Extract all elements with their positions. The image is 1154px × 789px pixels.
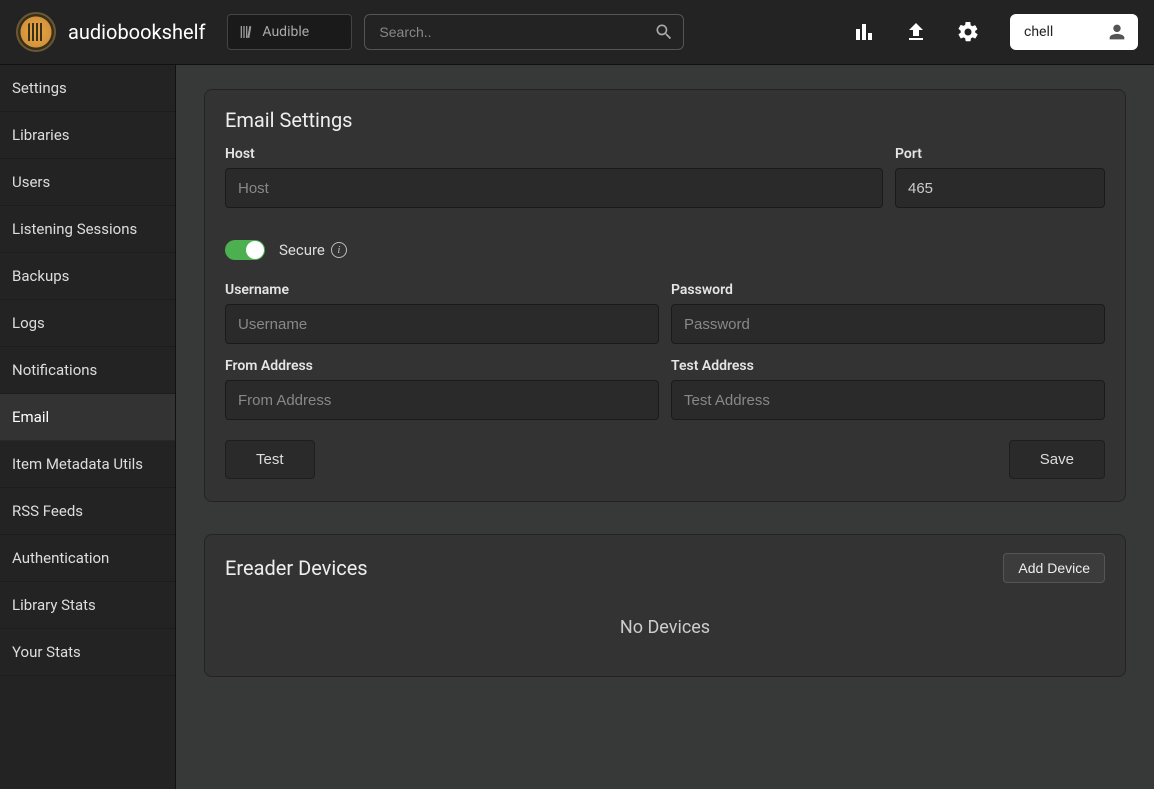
sidebar: SettingsLibrariesUsersListening Sessions… — [0, 65, 176, 789]
library-selected-label: Audible — [262, 24, 309, 40]
ereader-devices-panel: Ereader Devices Add Device No Devices — [204, 534, 1126, 677]
username-label: Username — [225, 282, 659, 298]
sidebar-item-listening-sessions[interactable]: Listening Sessions — [0, 206, 175, 253]
library-selector[interactable]: Audible — [227, 14, 352, 50]
save-button[interactable]: Save — [1009, 440, 1105, 479]
sidebar-item-settings[interactable]: Settings — [0, 65, 175, 112]
info-icon[interactable]: i — [331, 242, 347, 258]
sidebar-item-your-stats[interactable]: Your Stats — [0, 629, 175, 676]
sidebar-item-rss-feeds[interactable]: RSS Feeds — [0, 488, 175, 535]
sidebar-item-notifications[interactable]: Notifications — [0, 347, 175, 394]
username-input[interactable] — [225, 304, 659, 344]
sidebar-item-library-stats[interactable]: Library Stats — [0, 582, 175, 629]
host-label: Host — [225, 146, 883, 162]
sidebar-item-item-metadata-utils[interactable]: Item Metadata Utils — [0, 441, 175, 488]
password-input[interactable] — [671, 304, 1105, 344]
test-button[interactable]: Test — [225, 440, 315, 479]
ereader-title: Ereader Devices — [225, 556, 368, 580]
email-settings-title: Email Settings — [225, 108, 1105, 132]
no-devices-text: No Devices — [225, 593, 1105, 654]
search-container — [364, 14, 684, 50]
sidebar-item-backups[interactable]: Backups — [0, 253, 175, 300]
sidebar-item-users[interactable]: Users — [0, 159, 175, 206]
from-address-input[interactable] — [225, 380, 659, 420]
gear-icon[interactable] — [956, 20, 980, 44]
secure-label: Secure — [279, 241, 325, 259]
person-icon — [1106, 21, 1128, 43]
user-menu[interactable]: chell — [1010, 14, 1138, 50]
app-title: audiobookshelf — [68, 20, 205, 44]
user-name: chell — [1024, 24, 1053, 40]
books-icon — [238, 24, 254, 40]
port-label: Port — [895, 146, 1105, 162]
sidebar-item-logs[interactable]: Logs — [0, 300, 175, 347]
host-input[interactable] — [225, 168, 883, 208]
app-logo[interactable] — [16, 12, 56, 52]
main-content: Email Settings Host Port Secure i — [176, 65, 1154, 789]
search-icon — [654, 22, 674, 42]
port-input[interactable] — [895, 168, 1105, 208]
sidebar-item-email[interactable]: Email — [0, 394, 175, 441]
email-settings-panel: Email Settings Host Port Secure i — [204, 89, 1126, 502]
password-label: Password — [671, 282, 1105, 298]
test-address-label: Test Address — [671, 358, 1105, 374]
sidebar-item-authentication[interactable]: Authentication — [0, 535, 175, 582]
app-header: audiobookshelf Audible chell — [0, 0, 1154, 65]
search-input[interactable] — [364, 14, 684, 50]
add-device-button[interactable]: Add Device — [1003, 553, 1105, 583]
sidebar-item-libraries[interactable]: Libraries — [0, 112, 175, 159]
secure-toggle[interactable] — [225, 240, 265, 260]
test-address-input[interactable] — [671, 380, 1105, 420]
from-address-label: From Address — [225, 358, 659, 374]
upload-icon[interactable] — [904, 20, 928, 44]
stats-icon[interactable] — [852, 20, 876, 44]
